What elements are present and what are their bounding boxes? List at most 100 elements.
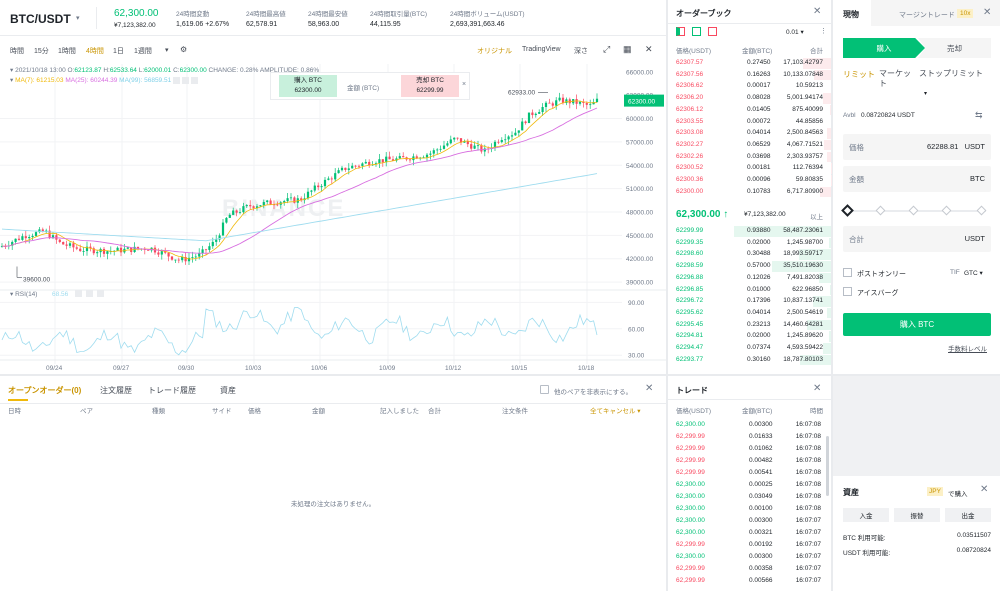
- orderbook-row[interactable]: 62300.00 0.10783 6,717.80900: [668, 186, 831, 198]
- orderbook-row[interactable]: 62293.77 0.30160 18,787.80103: [668, 354, 831, 366]
- orderbook-row[interactable]: 62294.81 0.02000 1,245.89620: [668, 331, 831, 342]
- stop-limit-dropdown-icon[interactable]: ▾: [924, 90, 927, 97]
- interval-2[interactable]: 1時間: [58, 46, 76, 56]
- tab-margin[interactable]: マージントレード: [899, 10, 955, 20]
- avbl-value: 0.08720824 USDT: [861, 112, 915, 119]
- layout-icon[interactable]: ▦: [623, 44, 632, 55]
- precision-select[interactable]: 0.01 ▾: [786, 28, 804, 36]
- orders-close-icon[interactable]: ✕: [645, 383, 653, 394]
- quick-sell-button[interactable]: 売却 BTC 62299.99: [401, 75, 459, 97]
- orderbook-row[interactable]: 62306.62 0.00017 10.59213: [668, 81, 831, 92]
- withdraw-button[interactable]: 出金: [945, 508, 991, 522]
- orders-tab-3[interactable]: 資産: [220, 385, 236, 396]
- interval-5[interactable]: 1週間: [134, 46, 152, 56]
- orderbook-row[interactable]: 62307.57 0.27450 17,103.42797: [668, 58, 831, 69]
- orderbook-row[interactable]: 62307.56 0.16263 10,133.07848: [668, 69, 831, 81]
- sell-tab-button[interactable]: 売却: [918, 38, 991, 58]
- price-input[interactable]: 62288.81: [927, 142, 958, 151]
- overlay-close-icon[interactable]: ×: [462, 81, 466, 88]
- view-2[interactable]: 深さ: [574, 46, 588, 56]
- view-asks-icon[interactable]: [708, 27, 717, 36]
- view-both-icon[interactable]: [676, 27, 685, 36]
- orderbook-row[interactable]: 62296.88 0.12026 7,491.82038: [668, 272, 831, 284]
- fullscreen-icon[interactable]: ⤢: [603, 44, 610, 55]
- price-field[interactable]: 価格 62288.81 USDT: [843, 134, 991, 160]
- more-icon[interactable]: ⋮: [820, 27, 827, 35]
- trades-scrollbar[interactable]: [826, 436, 829, 496]
- orderbook-row[interactable]: 62300.52 0.00181 112.76394: [668, 163, 831, 174]
- transfer-button[interactable]: 振替: [894, 508, 940, 522]
- interval-0[interactable]: 時間: [10, 46, 24, 56]
- orderbook-row[interactable]: 62303.55 0.00072 44.85856: [668, 116, 831, 128]
- type-limit[interactable]: リミット: [843, 69, 875, 80]
- orderbook-row[interactable]: 62298.60 0.30488 18,993.59717: [668, 249, 831, 260]
- transfer-icon[interactable]: ⇆: [975, 110, 983, 121]
- more-link[interactable]: 以上: [810, 211, 823, 221]
- indicator-settings-icon[interactable]: ⚙: [180, 45, 187, 54]
- quick-buy-button[interactable]: 購入 BTC 62300.00: [279, 75, 337, 97]
- form-close-icon[interactable]: ✕: [983, 7, 991, 18]
- orderbook-row[interactable]: 62299.35 0.02000 1,245.98700: [668, 237, 831, 249]
- orderbook-row[interactable]: 62303.08 0.04014 2,500.84563: [668, 128, 831, 139]
- total-field[interactable]: 合計 USDT: [843, 226, 991, 252]
- candle-body: [194, 256, 197, 258]
- orderbook-row[interactable]: 62299.99 0.93880 58,487.23061: [668, 226, 831, 237]
- orderbook-row[interactable]: 62306.20 0.08028 5,001.94174: [668, 93, 831, 104]
- candle-body: [439, 148, 442, 150]
- price-tick: 54000.00: [626, 163, 653, 170]
- remove-icon[interactable]: [190, 76, 198, 84]
- orderbook-close-icon[interactable]: ✕: [813, 6, 821, 17]
- iceberg-checkbox[interactable]: [843, 287, 852, 296]
- amount-field[interactable]: 金額 BTC: [843, 166, 991, 192]
- orderbook-row[interactable]: 62296.85 0.01000 622.96850: [668, 284, 831, 296]
- orderbook-row[interactable]: 62302.27 0.06529 4,067.71521: [668, 139, 831, 151]
- orderbook-row[interactable]: 62294.47 0.07374 4,593.59422: [668, 343, 831, 354]
- ob-total: 1,245.98700: [786, 238, 823, 246]
- settings-icon[interactable]: [173, 76, 181, 84]
- candle-body: [306, 191, 310, 199]
- orderbook-row[interactable]: 62295.45 0.23213 14,460.64281: [668, 319, 831, 331]
- ob-price: 62296.85: [676, 285, 704, 293]
- cancel-all-button[interactable]: 全てキャンセル ▾: [590, 405, 641, 415]
- type-market[interactable]: マーケット: [879, 69, 915, 89]
- hide-pairs-checkbox[interactable]: [540, 385, 549, 394]
- orderbook-row[interactable]: 62296.72 0.17396 10,837.13741: [668, 296, 831, 307]
- trade-time: 16:07:07: [795, 541, 821, 548]
- fee-level-link[interactable]: 手数料レベル: [948, 343, 987, 353]
- tif-select[interactable]: GTC ▾: [964, 269, 983, 277]
- buy-tab-button[interactable]: 購入: [843, 38, 925, 58]
- quick-amount-label[interactable]: 金額 (BTC): [347, 82, 379, 92]
- ob-amount: 0.00096: [747, 176, 771, 183]
- pair-dropdown-icon[interactable]: ▾: [76, 14, 80, 22]
- candlestick-chart[interactable]: BINANCE39600.0062933.0066000.0063000.006…: [0, 64, 666, 374]
- orderbook-row[interactable]: 62295.62 0.04014 2,500.54619: [668, 307, 831, 319]
- hide-icon[interactable]: [181, 76, 189, 84]
- view-0[interactable]: オリジナル: [477, 46, 512, 56]
- orders-tab-0[interactable]: オープンオーダー(0): [8, 385, 81, 396]
- assets-close-icon[interactable]: ✕: [980, 484, 988, 495]
- orderbook-row[interactable]: 62302.26 0.03698 2,303.93757: [668, 151, 831, 163]
- rsi-hide-icon: [86, 290, 93, 297]
- view-bids-icon[interactable]: [692, 27, 701, 36]
- post-only-checkbox[interactable]: [843, 268, 852, 277]
- orderbook-row[interactable]: 62300.36 0.00096 59.80835: [668, 175, 831, 186]
- interval-dropdown-icon[interactable]: ▾: [165, 46, 169, 54]
- interval-3[interactable]: 4時間: [86, 46, 104, 56]
- tab-spot[interactable]: 現物: [843, 9, 859, 20]
- type-stop-limit[interactable]: ストップリミット: [919, 69, 985, 79]
- trades-close-icon[interactable]: ✕: [813, 383, 821, 394]
- deposit-button[interactable]: 入金: [843, 508, 889, 522]
- orderbook-row[interactable]: 62306.12 0.01405 875.40099: [668, 104, 831, 116]
- interval-1[interactable]: 15分: [34, 46, 49, 56]
- chart-close-icon[interactable]: ✕: [645, 44, 653, 55]
- pair-title[interactable]: BTC/USDT: [10, 12, 71, 26]
- view-1[interactable]: TradingView: [522, 46, 561, 53]
- orders-tab-2[interactable]: トレード履歴: [148, 385, 196, 396]
- orders-tab-1[interactable]: 注文履歴: [100, 385, 132, 396]
- buy-btc-button[interactable]: 購入 BTC: [843, 313, 991, 336]
- interval-4[interactable]: 1日: [113, 46, 124, 56]
- low-value: 62000.01: [144, 67, 172, 74]
- buy-with-label[interactable]: で購入: [948, 488, 968, 498]
- candle-body: [378, 159, 381, 164]
- orderbook-row[interactable]: 62298.59 0.57000 35,510.19630: [668, 261, 831, 272]
